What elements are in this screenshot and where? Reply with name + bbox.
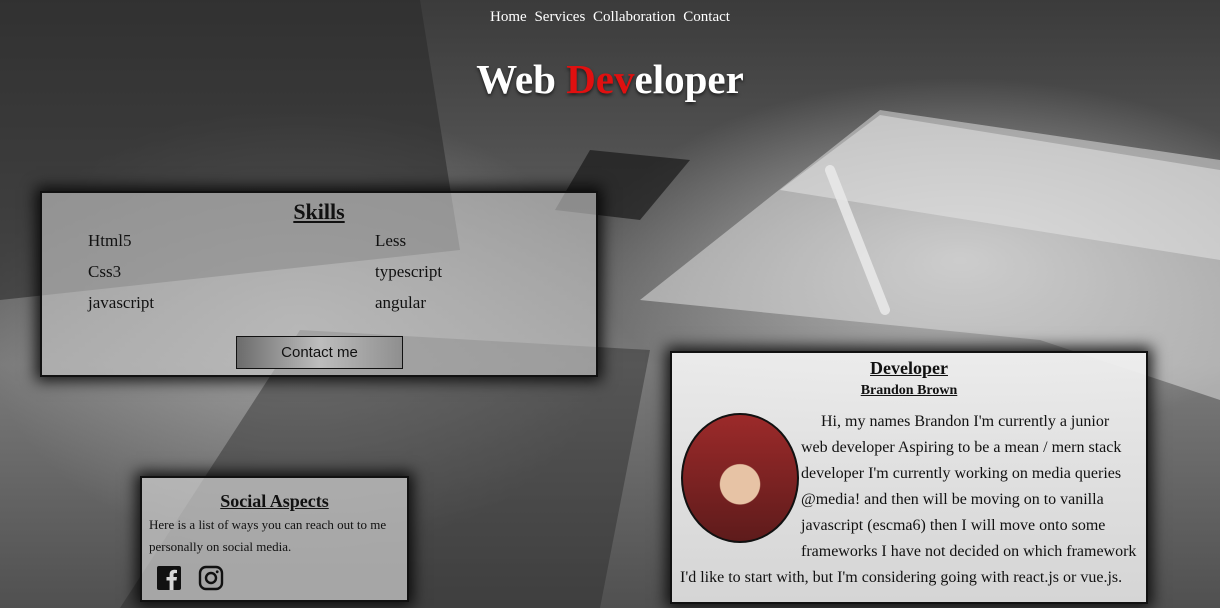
developer-name: Brandon Brown: [860, 383, 958, 398]
skills-title: Skills: [293, 199, 345, 224]
skill-item: typescript: [375, 262, 443, 281]
skill-item: angular: [375, 293, 426, 312]
facebook-icon[interactable]: [156, 565, 182, 591]
hero-title-part1: Web: [476, 56, 567, 102]
skill-item: Css3: [88, 262, 122, 281]
developer-title: Developer: [870, 358, 948, 378]
social-text: Here is a list of ways you can reach out…: [149, 517, 387, 554]
nav-contact-link[interactable]: Contact: [683, 9, 730, 25]
social-card: Social Aspects Here is a list of ways yo…: [140, 476, 409, 602]
nav-home-link[interactable]: Home: [490, 9, 527, 25]
skill-item: Less: [375, 231, 407, 250]
skill-item: Html5: [88, 231, 132, 250]
contact-me-button[interactable]: Contact me: [236, 336, 403, 369]
hero-title: Web Developer: [0, 55, 1220, 103]
social-icons: [156, 565, 224, 591]
nav-collaboration-link[interactable]: Collaboration: [593, 9, 676, 25]
hero-title-highlight: Dev: [566, 56, 635, 102]
skills-card: Skills Html5 Less Css3 typescript javasc…: [40, 191, 598, 377]
nav-services-link[interactable]: Services: [534, 9, 585, 25]
social-title: Social Aspects: [220, 491, 329, 511]
skills-list: Html5 Less Css3 typescript javascript an…: [88, 231, 568, 313]
top-nav: Home Services Collaboration Contact: [0, 9, 1220, 26]
developer-card: Developer Brandon Brown Hi, my names Bra…: [670, 351, 1148, 604]
hero-title-part3: eloper: [634, 56, 744, 102]
instagram-icon[interactable]: [198, 565, 224, 591]
avatar: [681, 413, 799, 543]
skill-item: javascript: [88, 293, 155, 312]
developer-bio-block: Hi, my names Brandon I'm currently a jun…: [672, 399, 1146, 591]
